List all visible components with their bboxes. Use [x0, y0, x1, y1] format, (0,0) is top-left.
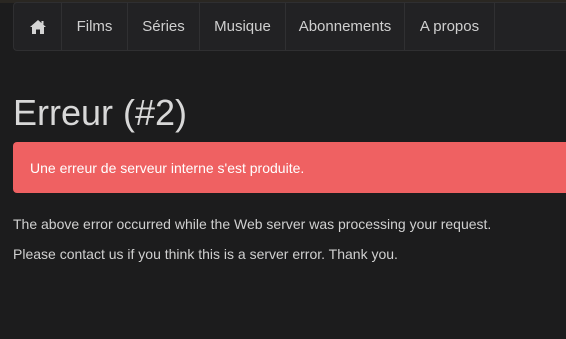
error-alert: Une erreur de serveur interne s'est prod…: [13, 142, 566, 193]
main-navbar: Films Séries Musique Abonnements A propo…: [13, 2, 566, 51]
error-description: The above error occurred while the Web s…: [13, 216, 492, 232]
nav-home-button[interactable]: [14, 3, 62, 50]
page-title: Erreur (#2): [13, 92, 188, 133]
error-alert-message: Une erreur de serveur interne s'est prod…: [30, 159, 305, 176]
contact-note: Please contact us if you think this is a…: [13, 246, 398, 262]
nav-item-series[interactable]: Séries: [128, 3, 200, 50]
nav-item-a-propos[interactable]: A propos: [405, 3, 495, 50]
nav-item-musique[interactable]: Musique: [200, 3, 286, 50]
nav-item-films[interactable]: Films: [62, 3, 128, 50]
home-icon: [29, 19, 47, 35]
nav-item-abonnements[interactable]: Abonnements: [286, 3, 405, 50]
